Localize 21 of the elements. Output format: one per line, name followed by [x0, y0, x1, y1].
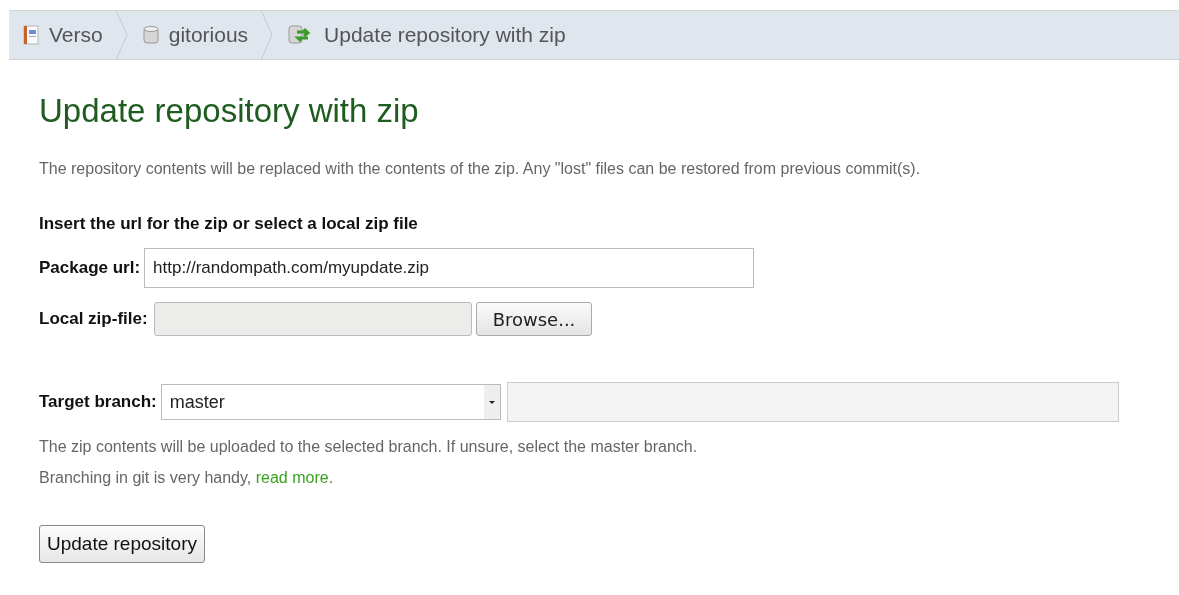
- help-text: The zip contents will be uploaded to the selected branch. If unsure, select the master branch.: [39, 438, 699, 456]
- notebook-icon: [23, 25, 39, 45]
- breadcrumb-link[interactable]: gitorious: [142, 23, 261, 47]
- file-path-field[interactable]: [153, 302, 472, 336]
- description-text: The repository contents will be replaced with the contents of the zip. Any "lost" files can be restored from previous commit(s).: [39, 160, 922, 178]
- page-title: Update repository with zip: [39, 92, 420, 130]
- section-heading: Insert the url for the zip or select a local zip file: [39, 214, 419, 234]
- field-label: Target branch:: [39, 392, 157, 412]
- chevron-separator-icon: [114, 10, 129, 60]
- chevron-separator-icon: [260, 10, 275, 60]
- database-icon: [142, 25, 159, 45]
- browse-button[interactable]: Browse...: [475, 302, 593, 336]
- field-label: Local zip-file:: [39, 309, 148, 329]
- branch-dropdown[interactable]: master: [160, 384, 501, 420]
- breadcrumb-link[interactable]: Verso: [23, 23, 115, 47]
- help-text: Branching in git is very handy, read more.: [39, 469, 335, 487]
- breadcrumb-link[interactable]: Update repository with zip: [288, 23, 578, 47]
- update-repository-button[interactable]: Update repository: [39, 525, 205, 563]
- package-url-field[interactable]: http://randompath.com/myupdate.zip: [144, 248, 755, 288]
- text-field[interactable]: [506, 382, 1119, 422]
- field-label: Package url:: [39, 258, 141, 278]
